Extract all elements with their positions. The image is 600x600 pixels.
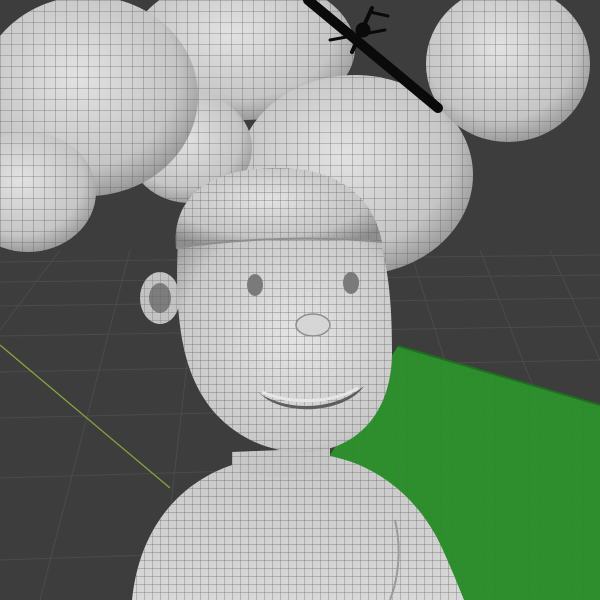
left-eye xyxy=(247,274,263,296)
3d-viewport[interactable] xyxy=(0,0,600,600)
character-ear[interactable] xyxy=(140,272,180,324)
viewport-canvas[interactable] xyxy=(0,0,600,600)
nose xyxy=(295,313,331,337)
right-eye xyxy=(343,272,359,294)
